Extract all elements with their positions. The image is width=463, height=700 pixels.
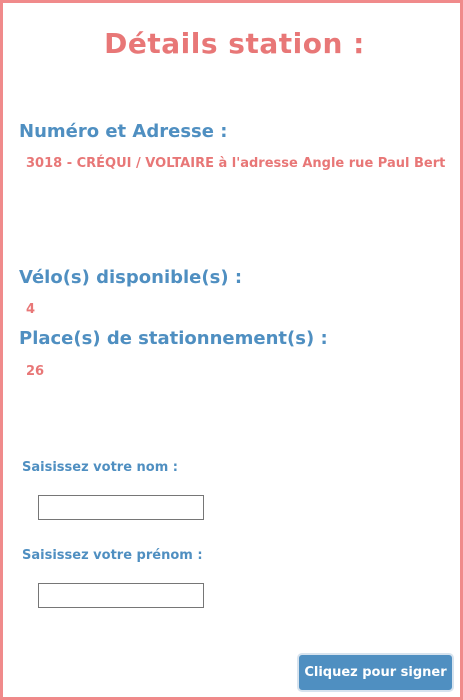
- parking-spots-value: 26: [26, 364, 45, 379]
- first-name-input[interactable]: [38, 583, 204, 608]
- page-title: Détails station :: [104, 27, 365, 60]
- last-name-input[interactable]: [38, 495, 204, 520]
- address-heading: Numéro et Adresse :: [19, 121, 228, 142]
- first-name-label: Saisissez votre prénom :: [22, 548, 203, 563]
- parking-spots-heading: Place(s) de stationnement(s) :: [19, 328, 328, 349]
- last-name-label: Saisissez votre nom :: [22, 460, 178, 475]
- bikes-available-heading: Vélo(s) disponible(s) :: [19, 267, 243, 288]
- bikes-available-value: 4: [26, 302, 36, 317]
- sign-button[interactable]: Cliquez pour signer: [297, 653, 454, 692]
- station-details-panel: Détails station : Numéro et Adresse : 30…: [0, 0, 463, 700]
- address-value: 3018 - CRÉQUI / VOLTAIRE à l'adresse Ang…: [26, 156, 446, 171]
